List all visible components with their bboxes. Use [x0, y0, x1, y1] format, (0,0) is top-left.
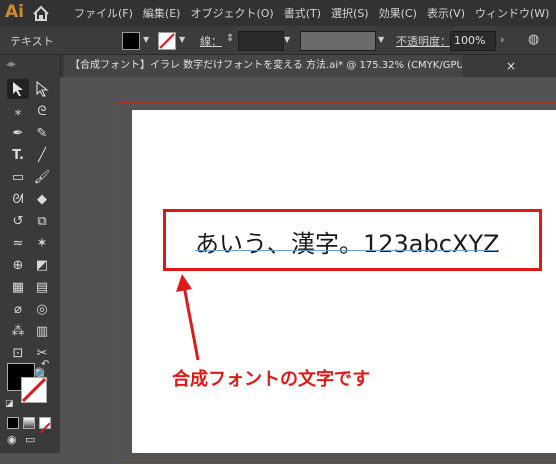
color-mode-icon[interactable] — [7, 417, 19, 429]
menu-file[interactable]: ファイル(F) — [74, 5, 133, 21]
eraser-tool-icon[interactable]: ◆ — [31, 189, 53, 209]
home-icon[interactable] — [30, 2, 52, 24]
menu-window[interactable]: ウィンドウ(W) — [475, 5, 549, 21]
rectangle-tool-icon[interactable]: ▭ — [7, 167, 29, 187]
swap-colors-icon[interactable]: ↶ — [41, 359, 49, 370]
globe-icon[interactable]: ◍ — [528, 32, 539, 47]
shape-builder-tool-icon[interactable]: ⊕ — [7, 255, 29, 275]
stroke-label: 線： — [200, 35, 222, 48]
width-tool-icon[interactable]: ≈ — [7, 233, 29, 253]
brush-dropdown-icon[interactable]: ▼ — [378, 35, 384, 44]
opacity-label: 不透明度： — [396, 35, 451, 48]
menu-object[interactable]: オブジェクト(O) — [190, 5, 273, 21]
menu-effect[interactable]: 効果(C) — [379, 5, 417, 21]
magic-wand-tool-icon[interactable]: ⁎ — [7, 101, 29, 121]
sample-text[interactable]: あいう、漢字。123abcXYZ — [195, 224, 500, 259]
annotation-label: 合成フォントの文字です — [172, 369, 370, 390]
shaper-tool-icon[interactable]: ᘛ — [7, 189, 29, 209]
gradient-mode-icon[interactable] — [23, 417, 35, 429]
artboard-tool-icon[interactable]: ⊡ — [7, 343, 29, 363]
menu-edit[interactable]: 編集(E) — [143, 5, 181, 21]
selection-tool-icon[interactable] — [7, 79, 29, 99]
drawing-mode-icon[interactable]: ◉ — [7, 433, 17, 446]
rotate-tool-icon[interactable]: ↺ — [7, 211, 29, 231]
paintbrush-tool-icon[interactable]: 🖌 — [31, 167, 53, 187]
blend-tool-icon[interactable]: ◎ — [31, 299, 53, 319]
menu-type[interactable]: 書式(T) — [284, 5, 321, 21]
pen-tool-icon[interactable]: ✒ — [7, 123, 29, 143]
default-colors-icon[interactable]: ◪ — [5, 399, 14, 409]
app-logo: Ai — [5, 2, 24, 22]
line-tool-icon[interactable]: ╱ — [31, 145, 53, 165]
stroke-weight-stepper-icon[interactable]: ⇕ — [226, 33, 234, 44]
stroke-weight-field[interactable] — [238, 31, 284, 51]
annotation-arrow-icon — [176, 274, 200, 361]
menu-select[interactable]: 選択(S) — [331, 5, 369, 21]
control-bar: テキスト ▼ ▼ 線： ⇕ ▼ ▼ 不透明度： 100% › ◍ — [0, 26, 556, 55]
panel-grip-icon[interactable]: ◂▸ — [6, 59, 16, 70]
close-tab-icon[interactable]: × — [506, 55, 516, 77]
gradient-tool-icon[interactable]: ▤ — [31, 277, 53, 297]
fill-dropdown-icon[interactable]: ▼ — [143, 35, 149, 44]
type-tool-icon[interactable]: T. — [7, 145, 29, 165]
menu-bar: Ai ファイル(F) 編集(E) オブジェクト(O) 書式(T) 選択(S) 効… — [0, 0, 556, 26]
puppet-warp-tool-icon[interactable]: ✶ — [31, 233, 53, 253]
tools-panel: ◂▸ ⁎ ᘓ ✒ ✎ T. ╱ ▭ 🖌 ᘛ ◆ ↺ ⧉ ≈ ✶ ⊕ ◩ ▦ ▤ … — [0, 55, 61, 453]
screen-mode-icon[interactable]: ▭ — [25, 433, 35, 446]
main-menu: ファイル(F) 編集(E) オブジェクト(O) 書式(T) 選択(S) 効果(C… — [74, 0, 549, 26]
lasso-tool-icon[interactable]: ᘓ — [31, 101, 53, 121]
fill-stroke-widget: ↶ ◪ ◉ ▭ — [5, 359, 55, 463]
symbol-sprayer-tool-icon[interactable]: ⁂ — [7, 321, 29, 341]
opacity-arrow-icon[interactable]: › — [500, 33, 504, 46]
live-paint-tool-icon[interactable]: ◩ — [31, 255, 53, 275]
fill-swatch[interactable] — [122, 32, 140, 50]
mode-label: テキスト — [10, 35, 54, 48]
mesh-tool-icon[interactable]: ▦ — [7, 277, 29, 297]
stroke-swatch[interactable] — [158, 32, 176, 50]
curvature-tool-icon[interactable]: ✎ — [31, 123, 53, 143]
none-mode-icon[interactable] — [39, 417, 51, 434]
document-tab-bar: 【合成フォント】イラレ 数字だけフォントを変える 方法.ai* @ 175.32… — [60, 55, 556, 77]
opacity-field[interactable]: 100% — [450, 31, 496, 51]
opacity-value: 100% — [454, 34, 486, 47]
stroke-weight-dropdown-icon[interactable]: ▼ — [284, 35, 290, 44]
document-tab[interactable]: 【合成フォント】イラレ 数字だけフォントを変える 方法.ai* @ 175.32… — [64, 55, 462, 77]
direct-selection-tool-icon[interactable] — [31, 79, 53, 99]
column-graph-tool-icon[interactable]: ▥ — [31, 321, 53, 341]
eyedropper-tool-icon[interactable]: ⌀ — [7, 299, 29, 319]
text-baseline — [195, 250, 497, 251]
stroke-color-swatch[interactable] — [21, 377, 47, 403]
scale-tool-icon[interactable]: ⧉ — [31, 211, 53, 231]
menu-view[interactable]: 表示(V) — [427, 5, 465, 21]
brush-definition-field[interactable] — [300, 31, 376, 51]
stroke-dropdown-icon[interactable]: ▼ — [179, 35, 185, 44]
